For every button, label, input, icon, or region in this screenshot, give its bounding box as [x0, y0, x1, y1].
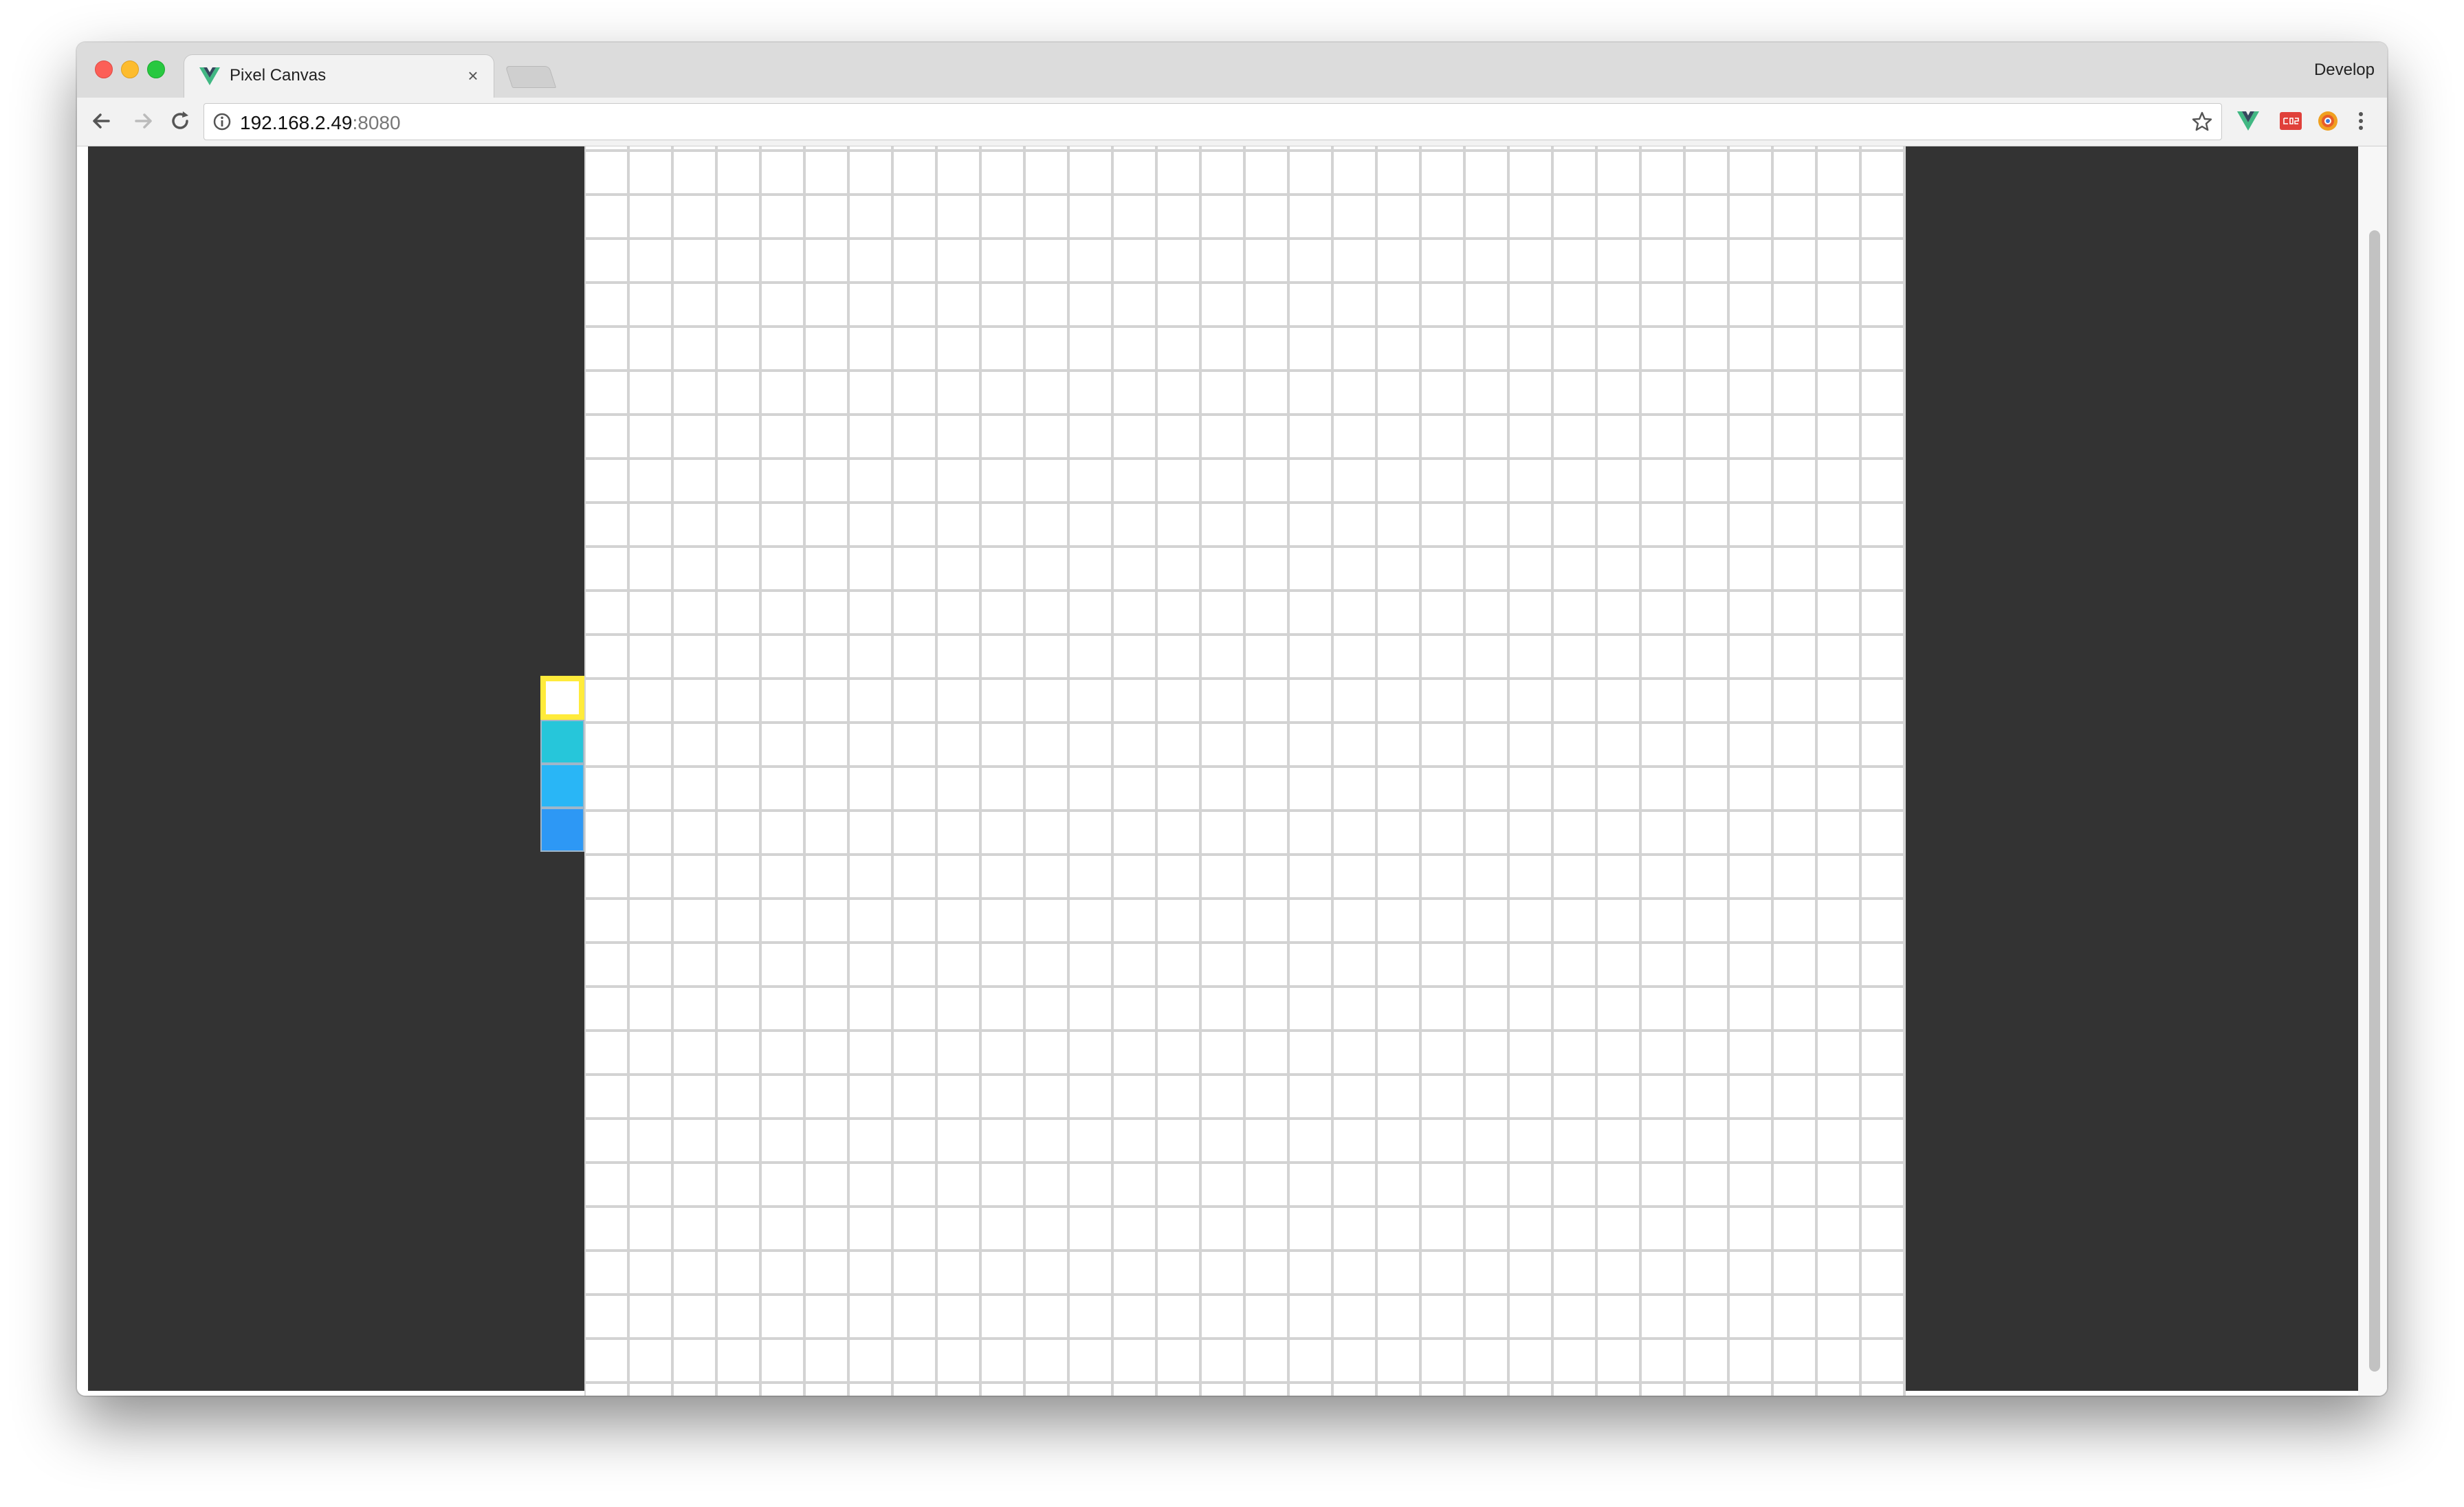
reload-button[interactable] — [166, 107, 194, 135]
left-side-panel — [88, 146, 584, 1391]
color-swatch-light-blue[interactable] — [540, 764, 584, 808]
tab-pixel-canvas[interactable]: Pixel Canvas × — [184, 55, 494, 98]
browser-window: Pixel Canvas × Develop 192.168.2.49:8080 — [77, 43, 2387, 1396]
back-arrow-icon — [93, 113, 110, 129]
pixel-grid-canvas[interactable] — [584, 146, 1906, 1396]
bookmark-star-icon[interactable] — [2191, 111, 2213, 133]
color-palette — [540, 676, 584, 852]
scrollbar-thumb[interactable] — [2369, 230, 2380, 1372]
page-viewport — [77, 146, 2387, 1396]
url-port: :8080 — [352, 112, 401, 133]
forward-button[interactable] — [129, 107, 157, 135]
color-swatch-white[interactable] — [540, 676, 584, 720]
profile-label[interactable]: Develop — [2314, 60, 2375, 80]
menu-icon[interactable] — [2348, 109, 2373, 133]
right-side-panel — [1906, 146, 2358, 1391]
reload-icon — [172, 111, 188, 129]
back-button[interactable] — [88, 107, 116, 135]
new-tab-button[interactable] — [505, 66, 557, 88]
url-text[interactable]: 192.168.2.49:8080 — [240, 112, 401, 134]
address-bar[interactable]: 192.168.2.49:8080 — [204, 103, 2222, 140]
vue-logo-icon — [199, 67, 220, 85]
color-picker-icon[interactable] — [2316, 109, 2340, 133]
minimize-window-button[interactable] — [121, 60, 139, 78]
info-icon[interactable] — [212, 112, 232, 131]
url-host: 192.168.2.49 — [240, 112, 353, 133]
tab-close-icon[interactable]: × — [462, 63, 484, 88]
maximize-window-button[interactable] — [147, 60, 165, 78]
forward-arrow-icon — [135, 113, 152, 129]
color-swatch-blue[interactable] — [540, 808, 584, 852]
title-bar: Pixel Canvas × Develop — [77, 43, 2387, 98]
color-swatch-cyan[interactable] — [540, 720, 584, 764]
cors-icon[interactable] — [2278, 109, 2303, 133]
tab-title: Pixel Canvas — [230, 66, 327, 85]
close-window-button[interactable] — [95, 60, 113, 78]
vue-devtools-icon[interactable] — [2236, 109, 2260, 133]
toolbar: 192.168.2.49:8080 — [77, 98, 2387, 146]
